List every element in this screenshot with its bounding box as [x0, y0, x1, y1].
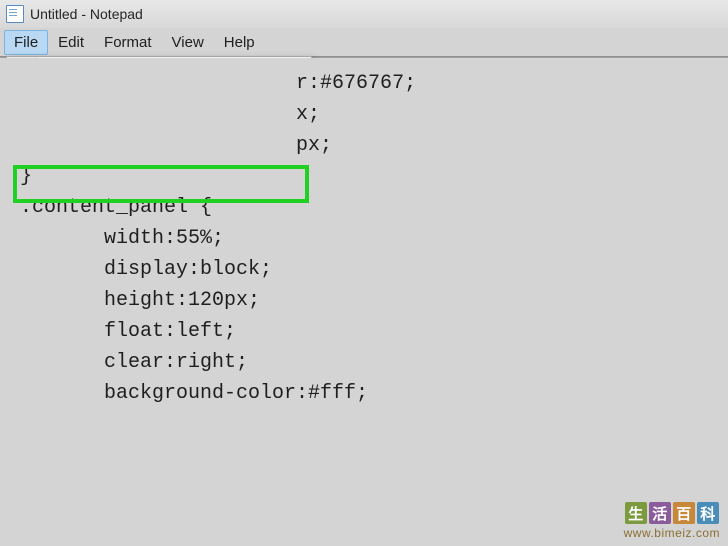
watermark-char: 科 [697, 502, 719, 524]
watermark-char: 生 [625, 502, 647, 524]
notepad-icon [6, 5, 24, 23]
watermark-logo: 生 活 百 科 [624, 502, 720, 524]
menu-file[interactable]: File [4, 30, 48, 55]
watermark-url: www.bimeiz.com [624, 526, 720, 540]
title-bar: Untitled - Notepad [0, 0, 728, 28]
watermark-char: 百 [673, 502, 695, 524]
watermark: 生 活 百 科 www.bimeiz.com [624, 502, 720, 540]
menu-format[interactable]: Format [94, 30, 162, 55]
menu-bar: File Edit Format View Help [0, 28, 728, 56]
editor-text[interactable]: r:#676767; x; px; } .content_panel { wid… [0, 58, 728, 409]
menu-view[interactable]: View [162, 30, 214, 55]
menu-help[interactable]: Help [214, 30, 265, 55]
menu-edit[interactable]: Edit [48, 30, 94, 55]
editor-area[interactable]: r:#676767; x; px; } .content_panel { wid… [0, 58, 728, 409]
window-title: Untitled - Notepad [30, 6, 143, 22]
watermark-char: 活 [649, 502, 671, 524]
